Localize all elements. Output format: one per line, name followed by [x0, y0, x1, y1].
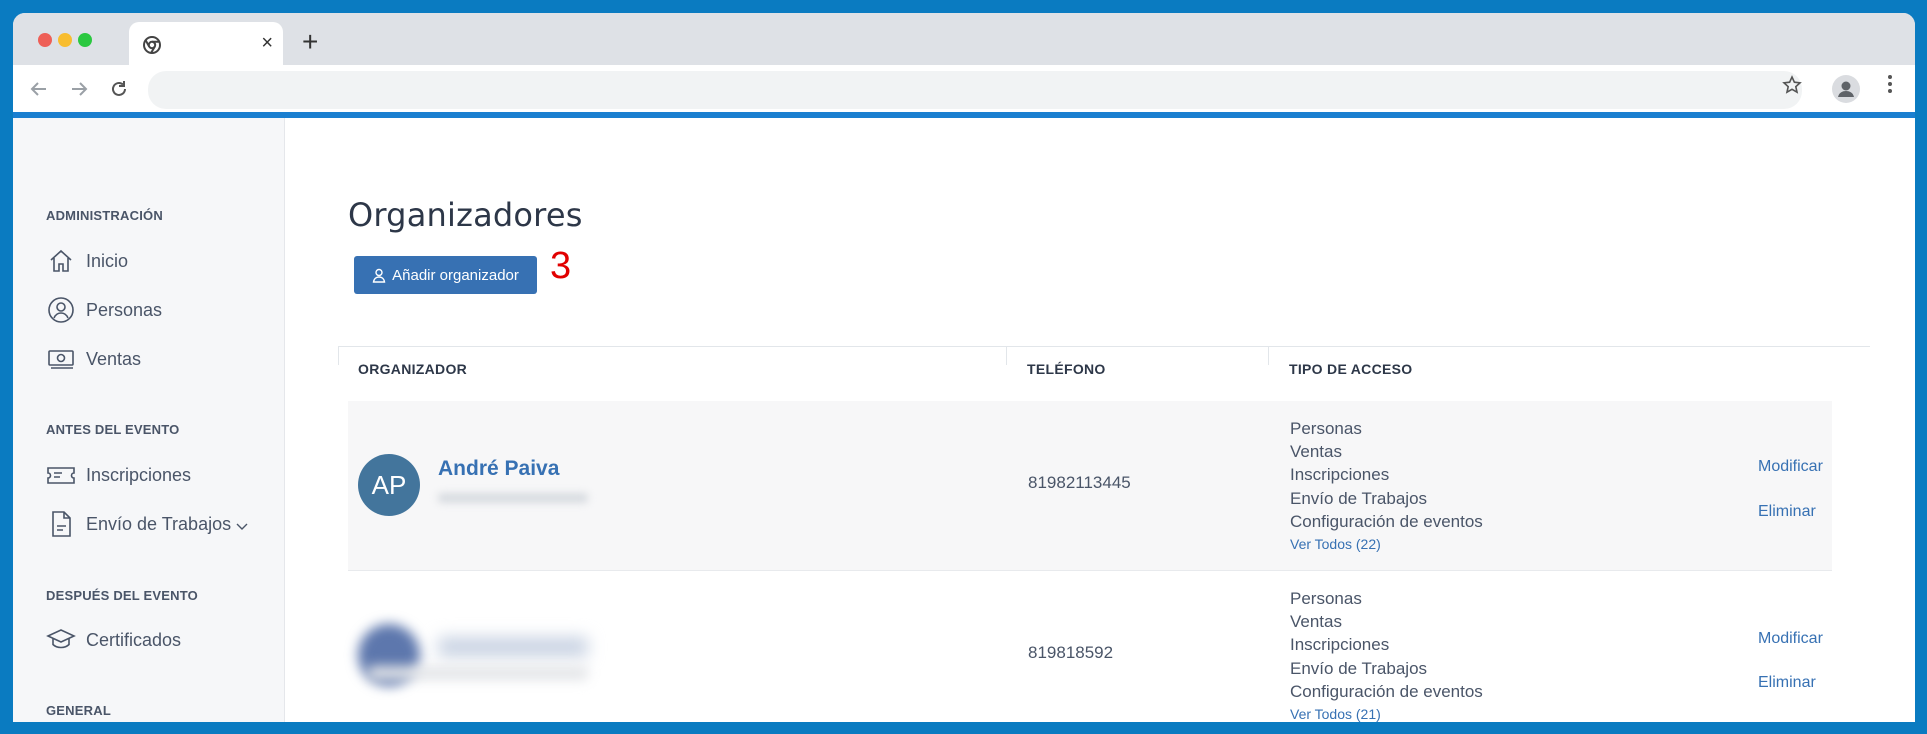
redacted-email [438, 493, 588, 503]
graduation-cap-icon [46, 625, 76, 655]
new-tab-button[interactable]: + [302, 28, 318, 56]
access-item: Envío de Trabajos [1290, 658, 1428, 678]
close-window-button[interactable] [38, 33, 52, 47]
sidebar: ADMINISTRACIÓN Inicio Personas Ventas AN… [13, 118, 285, 722]
kebab-menu-icon [1888, 75, 1892, 93]
modify-link[interactable]: Modificar [1758, 458, 1823, 476]
document-icon [46, 509, 76, 539]
view-all-link[interactable]: Ver Todos (22) [1290, 533, 1483, 556]
maximize-window-button[interactable] [78, 33, 92, 47]
delete-link[interactable]: Eliminar [1758, 674, 1816, 692]
browser-tab[interactable]: × [129, 22, 283, 65]
sidebar-item-label: Envío de Trabajos [86, 513, 232, 534]
column-header-organizador: ORGANIZADOR [358, 361, 468, 377]
tab-close-button[interactable]: × [261, 30, 273, 56]
avatar: AP [358, 454, 420, 516]
page-title: Organizadores [348, 196, 583, 234]
delete-link[interactable]: Eliminar [1758, 503, 1816, 521]
ticket-icon [46, 460, 76, 490]
redacted-email [368, 666, 588, 680]
sidebar-item-certificados[interactable]: Certificados [46, 623, 181, 657]
sidebar-item-label: Inscripciones [86, 464, 192, 485]
table-row: AP André Paiva 81982113445 Personas Vent… [348, 401, 1832, 571]
sidebar-item-label: Inicio [86, 250, 129, 271]
table-row: 819818592 Personas Ventas Inscripciones … [348, 571, 1832, 722]
access-item: Configuración de eventos [1290, 511, 1483, 531]
forward-button[interactable] [65, 75, 93, 103]
arrow-right-icon [72, 82, 88, 96]
organizer-name-link[interactable]: André Paiva [438, 457, 559, 481]
money-icon [46, 344, 76, 374]
access-item: Inscripciones [1290, 635, 1390, 655]
access-item: Personas [1290, 589, 1362, 608]
sidebar-item-label: Ventas [86, 348, 142, 369]
address-bar[interactable] [148, 71, 1802, 109]
home-icon [46, 246, 76, 276]
sidebar-item-personas[interactable]: Personas [46, 293, 162, 327]
access-item: Ventas [1290, 612, 1342, 632]
reload-button[interactable] [105, 75, 133, 103]
sidebar-item-ventas[interactable]: Ventas [46, 342, 141, 376]
access-item: Envío de Trabajos [1290, 488, 1428, 508]
bookmark-star-icon[interactable] [1782, 75, 1802, 101]
column-header-tipo-acceso: TIPO DE ACCESO [1289, 361, 1413, 377]
sidebar-item-inscripciones[interactable]: Inscripciones [46, 458, 191, 492]
main-content: Organizadores Añadir organizador 3 ORGAN… [285, 118, 1915, 722]
annotation-number: 3 [550, 245, 572, 287]
phone-value: 819818592 [1028, 643, 1114, 662]
view-all-link[interactable]: Ver Todos (21) [1290, 703, 1483, 722]
reload-icon [112, 81, 126, 96]
chevron-down-icon [236, 523, 248, 530]
access-item: Ventas [1290, 442, 1342, 462]
browser-window: × + ADMINISTRACIÓN Inicio Personas Venta… [13, 13, 1915, 722]
sidebar-section-title: ADMINISTRACIÓN [46, 208, 163, 223]
modify-link[interactable]: Modificar [1758, 630, 1823, 648]
column-header-telefono: TELÉFONO [1027, 361, 1106, 377]
chrome-icon [143, 36, 161, 54]
add-organizer-label: Añadir organizador [392, 266, 519, 284]
table-header: ORGANIZADOR TELÉFONO TIPO DE ACCESO [338, 346, 1870, 401]
column-divider [338, 347, 339, 365]
browser-menu-button[interactable] [1887, 73, 1893, 101]
tab-bar: × + [13, 13, 1915, 65]
profile-avatar-button[interactable] [1832, 75, 1860, 103]
access-item: Inscripciones [1290, 465, 1390, 485]
redacted-name [438, 637, 588, 657]
access-list: Personas Ventas Inscripciones Envío de T… [1290, 587, 1483, 722]
access-list: Personas Ventas Inscripciones Envío de T… [1290, 417, 1483, 556]
access-item: Personas [1290, 419, 1362, 438]
sidebar-item-inicio[interactable]: Inicio [46, 244, 128, 278]
sidebar-item-label: Personas [86, 299, 163, 320]
person-icon [1838, 81, 1854, 97]
column-divider [1006, 347, 1007, 365]
arrow-left-icon [30, 82, 46, 96]
phone-value: 81982113445 [1028, 473, 1131, 492]
user-plus-icon [372, 268, 386, 283]
sidebar-section-title: DESPUÉS DEL EVENTO [46, 588, 198, 603]
sidebar-item-envio-de-trabajos[interactable]: Envío de Trabajos [46, 507, 249, 541]
column-divider [1268, 347, 1269, 365]
browser-toolbar [13, 65, 1915, 118]
user-circle-icon [46, 295, 76, 325]
sidebar-section-title: ANTES DEL EVENTO [46, 422, 180, 437]
sidebar-section-title: GENERAL [46, 703, 111, 718]
minimize-window-button[interactable] [58, 33, 72, 47]
access-item: Configuración de eventos [1290, 681, 1483, 701]
add-organizer-button[interactable]: Añadir organizador [354, 256, 537, 294]
back-button[interactable] [25, 75, 53, 103]
sidebar-item-label: Certificados [86, 629, 182, 650]
